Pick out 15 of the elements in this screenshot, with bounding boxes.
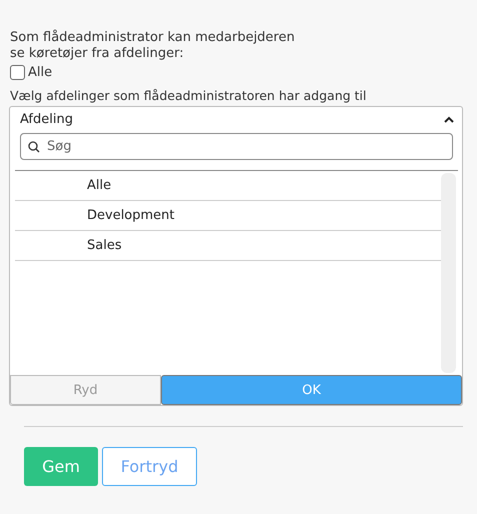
option-item[interactable]: Sales xyxy=(15,231,441,261)
option-item[interactable]: Alle xyxy=(15,171,441,201)
search-field[interactable]: Søg xyxy=(20,133,453,160)
dropdown-title: Afdeling xyxy=(20,112,73,127)
ok-button[interactable]: OK xyxy=(161,375,462,405)
caret-icon[interactable] xyxy=(444,116,454,123)
intro-text: Som flådeadministrator kan medarbejderen se køretøjer fra afdelinger: xyxy=(10,30,296,62)
option-item[interactable]: Development xyxy=(15,201,441,231)
search-icon xyxy=(28,141,40,153)
checkbox-label: Alle xyxy=(28,65,52,80)
checkbox[interactable] xyxy=(10,65,25,80)
field-label: Vælg afdelinger som flådeadministratoren har adgang til xyxy=(10,88,368,103)
scrollbar[interactable] xyxy=(441,173,456,373)
cancel-button[interactable]: Fortryd xyxy=(102,447,197,486)
save-button[interactable]: Gem xyxy=(24,447,98,486)
